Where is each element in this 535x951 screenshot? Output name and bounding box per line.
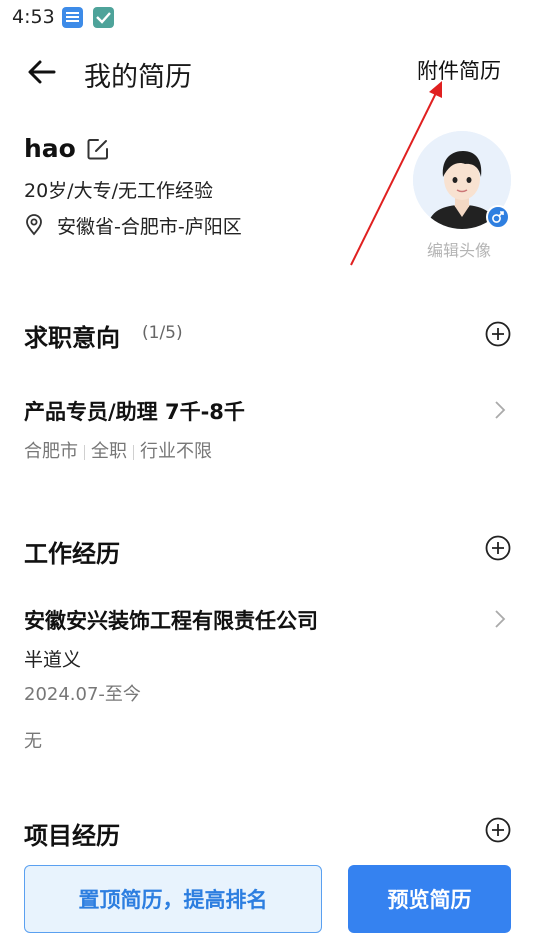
- work-position: 半道义: [24, 649, 82, 671]
- work-company[interactable]: 安徽安兴装饰工程有限责任公司: [24, 605, 318, 635]
- project-experience-title: 项目经历: [24, 822, 120, 850]
- add-project-experience-icon[interactable]: [485, 817, 511, 843]
- add-work-experience-icon[interactable]: [485, 535, 511, 561]
- male-gender-icon: [486, 205, 510, 229]
- edit-icon[interactable]: [86, 137, 110, 161]
- chevron-right-icon[interactable]: [493, 400, 507, 420]
- tag-job-type: 全职: [91, 441, 127, 462]
- tag-city: 合肥市: [24, 441, 78, 462]
- profile-name: hao: [24, 134, 76, 163]
- add-job-intention-icon[interactable]: [485, 321, 511, 347]
- page-title: 我的简历: [84, 62, 192, 93]
- separator: [133, 444, 134, 460]
- notification-app-icon: [62, 7, 83, 28]
- status-time: 4:53: [12, 6, 55, 28]
- work-period: 2024.07-至今: [24, 684, 141, 705]
- location-pin-icon: [24, 214, 44, 236]
- back-arrow-icon[interactable]: [24, 54, 60, 90]
- pin-resume-button[interactable]: 置顶简历，提高排名: [24, 865, 322, 933]
- notification-check-icon: [93, 7, 114, 28]
- edit-avatar-label[interactable]: 编辑头像: [427, 237, 491, 261]
- job-intention-tags: 合肥市 全职 行业不限: [24, 437, 212, 463]
- profile-basic-info: 20岁/大专/无工作经验: [24, 180, 213, 202]
- work-description: 无: [24, 731, 42, 752]
- preview-resume-button[interactable]: 预览简历: [348, 865, 511, 933]
- attachment-resume-link[interactable]: 附件简历: [417, 55, 501, 85]
- separator: [84, 444, 85, 460]
- chevron-right-icon[interactable]: [493, 609, 507, 629]
- job-intention-count: (1/5): [142, 323, 183, 343]
- work-experience-title: 工作经历: [24, 540, 120, 568]
- tag-industry: 行业不限: [140, 441, 212, 462]
- job-intention-item-title[interactable]: 产品专员/助理 7千-8千: [24, 396, 245, 426]
- job-intention-title: 求职意向: [24, 324, 120, 352]
- profile-location: 安徽省-合肥市-庐阳区: [57, 216, 242, 238]
